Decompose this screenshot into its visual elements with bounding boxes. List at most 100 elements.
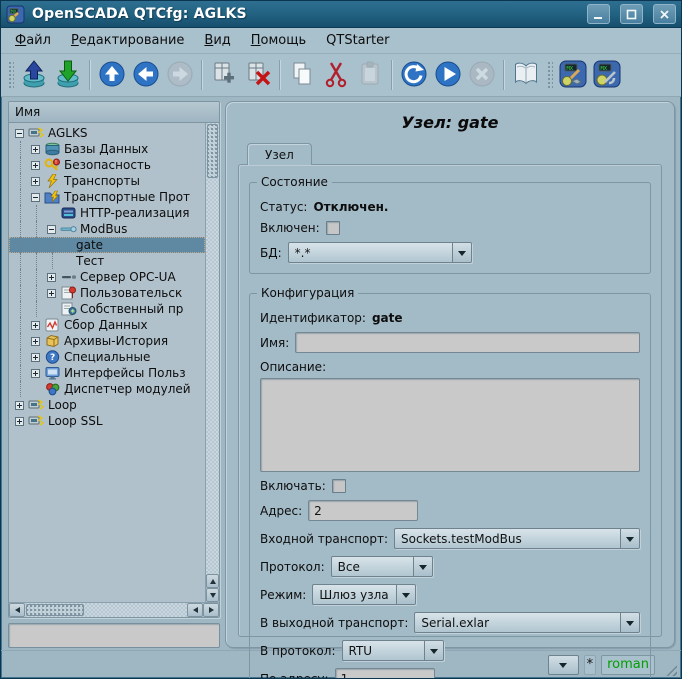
tree-item-http-реализация[interactable]: HTTP-реализация xyxy=(9,205,205,221)
name-input[interactable] xyxy=(295,332,640,353)
tree-item-транспорты[interactable]: Транспорты xyxy=(9,173,205,189)
toolbar-handle[interactable] xyxy=(546,60,553,90)
menu-item-1[interactable]: Редактирование xyxy=(63,30,192,51)
tree-expander-plus[interactable] xyxy=(47,289,56,298)
scroll-right-button[interactable] xyxy=(203,603,219,617)
description-textarea[interactable] xyxy=(260,378,640,472)
close-button[interactable] xyxy=(653,4,676,24)
copy-button[interactable] xyxy=(286,59,318,91)
tree-item-loop[interactable]: Loop xyxy=(9,397,205,413)
reload-button[interactable] xyxy=(398,59,430,91)
tree-item-интерфейсы-польз[interactable]: Интерфейсы Польз xyxy=(9,365,205,381)
tree-item-транспортные-прот[interactable]: Транспортные Прот xyxy=(9,189,205,205)
tree-item-сервер-opc-ua[interactable]: Сервер OPC-UA xyxy=(9,269,205,285)
qtvision-module-button[interactable]: MX xyxy=(591,59,623,91)
manual-button[interactable] xyxy=(510,59,542,91)
delete-item-icon xyxy=(243,59,273,92)
tree-expander-minus[interactable] xyxy=(31,193,40,202)
config-group: Конфигурация Идентификатор: gate Имя: Оп… xyxy=(249,293,651,679)
add-item-button[interactable] xyxy=(208,59,240,91)
enabled-checkbox[interactable] xyxy=(326,221,340,235)
tree-item-label: Loop SSL xyxy=(48,414,103,428)
folder-lightning-icon xyxy=(44,190,61,204)
save-to-db-button[interactable] xyxy=(52,59,84,91)
back-button[interactable] xyxy=(130,59,162,91)
tree-item-сбор-данных[interactable]: Сбор Данных xyxy=(9,317,205,333)
toolbar-separator xyxy=(391,60,393,90)
tree-expander-plus[interactable] xyxy=(47,273,56,282)
tree-expander-plus[interactable] xyxy=(31,369,40,378)
start-icon xyxy=(433,59,463,92)
scrollbar-thumb[interactable] xyxy=(207,124,218,178)
minimize-button[interactable] xyxy=(587,4,610,24)
tree-item-безопасность[interactable]: !Безопасность xyxy=(9,157,205,173)
to-address-input[interactable] xyxy=(335,668,435,679)
tree-expander-minus[interactable] xyxy=(15,129,24,138)
tree-item-aglks[interactable]: AGLKS xyxy=(9,125,205,141)
protocol-combo[interactable]: Все xyxy=(331,556,433,577)
tree-item-архивы-история[interactable]: Архивы-История xyxy=(9,333,205,349)
tree-expander-plus[interactable] xyxy=(31,161,40,170)
out-transport-combo[interactable]: Serial.exlar xyxy=(414,612,640,633)
to-protocol-combo[interactable]: RTU xyxy=(342,640,444,661)
tree-item-пользовательск[interactable]: Пользовательск xyxy=(9,285,205,301)
tree-item-специальные[interactable]: ?Специальные xyxy=(9,349,205,365)
to-enable-label: Включать: xyxy=(260,479,326,493)
toolbar: MXMX xyxy=(1,54,681,97)
chevron-down-icon xyxy=(424,641,443,660)
mode-combo[interactable]: Шлюз узла xyxy=(312,584,416,605)
start-button[interactable] xyxy=(432,59,464,91)
delete-item-button[interactable] xyxy=(242,59,274,91)
menu-item-3[interactable]: Помощь xyxy=(243,30,314,51)
tree-item-label: Интерфейсы Польз xyxy=(64,366,186,380)
to-protocol-label: В протокол: xyxy=(260,644,336,658)
tree-expander-plus[interactable] xyxy=(31,353,40,362)
triangle-down-icon xyxy=(210,593,216,601)
scroll-up-button[interactable] xyxy=(206,574,219,588)
scroll-left-button[interactable] xyxy=(9,603,25,617)
protocol-label: Протокол: xyxy=(260,560,325,574)
menu-item-4[interactable]: QTStarter xyxy=(318,30,397,51)
tree-item-собственный-пр[interactable]: Собственный пр xyxy=(9,301,205,317)
db-combo[interactable]: *.* xyxy=(288,242,472,263)
toolbar-handle[interactable] xyxy=(7,60,14,90)
archive-icon xyxy=(44,334,61,348)
scrollbar-thumb[interactable] xyxy=(26,604,84,616)
tree-horizontal-scrollbar[interactable] xyxy=(9,602,219,617)
tree-expander-plus[interactable] xyxy=(31,321,40,330)
tree-expander-plus[interactable] xyxy=(31,145,40,154)
in-transport-combo[interactable]: Sockets.testModBus xyxy=(394,528,640,549)
tree-item-label: Сбор Данных xyxy=(64,318,148,332)
maximize-button[interactable] xyxy=(620,4,643,24)
scroll-left-button-2[interactable] xyxy=(187,603,203,617)
tree-expander-plus[interactable] xyxy=(15,417,24,426)
load-from-db-button[interactable] xyxy=(18,59,50,91)
qtvision-tool-icon: MX xyxy=(592,59,622,92)
tree-expander-minus[interactable] xyxy=(47,225,56,234)
tree-expander-plus[interactable] xyxy=(31,337,40,346)
tree-expander-plus[interactable] xyxy=(15,401,24,410)
menu-item-0[interactable]: Файл xyxy=(7,30,59,51)
resize-grip-icon[interactable] xyxy=(662,661,677,676)
tree-item-базы-данных[interactable]: Базы Данных xyxy=(9,141,205,157)
up-button[interactable] xyxy=(96,59,128,91)
cut-button[interactable] xyxy=(320,59,352,91)
to-enable-checkbox[interactable] xyxy=(332,479,346,493)
tree-item-тест[interactable]: Тест xyxy=(9,253,205,269)
tree-item-label: Архивы-История xyxy=(64,334,168,348)
tree-item-modbus[interactable]: ModBus xyxy=(9,221,205,237)
tree-expander-plus[interactable] xyxy=(31,177,40,186)
status-value: Отключен. xyxy=(313,200,388,214)
tab-node[interactable]: Узел xyxy=(247,143,312,165)
tree-item-loop-ssl[interactable]: Loop SSL xyxy=(9,413,205,429)
tree-vertical-scrollbar[interactable] xyxy=(205,123,219,602)
qtcfg-module-button[interactable]: MX xyxy=(557,59,589,91)
tree-filter-input[interactable] xyxy=(8,623,220,648)
menu-item-2[interactable]: Вид xyxy=(196,30,238,51)
copy-icon xyxy=(287,59,317,92)
address-input[interactable] xyxy=(308,500,418,521)
tree: AGLKSБазы Данных!БезопасностьТранспортыТ… xyxy=(9,123,205,602)
tree-item-gate[interactable]: gate xyxy=(9,237,205,253)
scroll-down-button[interactable] xyxy=(206,588,219,602)
tree-item-диспетчер-модулей[interactable]: Диспетчер модулей xyxy=(9,381,205,397)
